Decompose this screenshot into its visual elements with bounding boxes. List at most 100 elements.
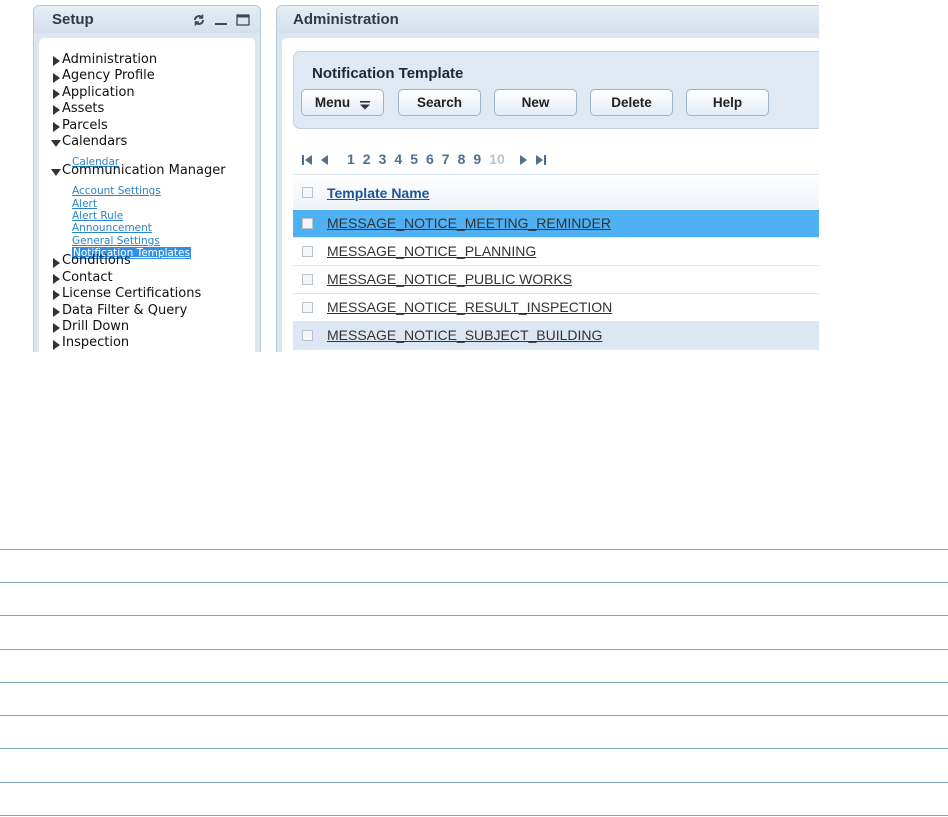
tree-item-contact[interactable]: Contact	[51, 270, 226, 286]
tree-item-application[interactable]: Application	[51, 85, 226, 101]
page-link[interactable]: 1	[347, 151, 355, 167]
tree-item-label: Data Filter & Query	[62, 302, 188, 318]
rule-line	[0, 715, 948, 716]
tree-item-license-certifications[interactable]: License Certifications	[51, 286, 226, 302]
rule-line	[0, 748, 948, 749]
previous-page-icon[interactable]	[319, 153, 331, 165]
collapsed-triangle-icon[interactable]	[51, 55, 61, 67]
template-name-link[interactable]: MESSAGE_NOTICE_MEETING_REMINDER	[327, 215, 611, 231]
maximize-icon[interactable]	[236, 13, 250, 27]
rule-line	[0, 549, 948, 550]
setup-tree: Administration Agency Profile Application A…	[51, 52, 226, 352]
grid-header: Template Name	[293, 174, 819, 210]
tree-item-label: Contact	[62, 269, 113, 285]
rule-line	[0, 682, 948, 683]
table-row[interactable]: MESSAGE_NOTICE_PUBLIC WORKS	[293, 266, 819, 294]
tree-item-drill-down[interactable]: Drill Down	[51, 319, 226, 335]
tree-item-label: Calendars	[62, 133, 128, 149]
collapsed-triangle-icon[interactable]	[51, 104, 61, 116]
tree-item-agency-profile[interactable]: Agency Profile	[51, 68, 226, 84]
collapsed-triangle-icon[interactable]	[51, 88, 61, 99]
rule-line	[0, 815, 948, 816]
menu-button[interactable]: Menu	[301, 89, 384, 116]
table-row[interactable]: MESSAGE_NOTICE_PLANNING	[293, 238, 819, 266]
select-all-checkbox[interactable]	[302, 187, 313, 198]
page-link[interactable]: 4	[394, 151, 402, 167]
tree-item-label: License Certifications	[62, 286, 202, 302]
collapsed-triangle-icon[interactable]	[51, 289, 61, 301]
collapsed-triangle-icon[interactable]	[51, 257, 61, 268]
page-link: 10	[489, 151, 505, 167]
table-row[interactable]: MESSAGE_NOTICE_RESULT_INSPECTION	[293, 294, 819, 322]
table-row[interactable]: MESSAGE_NOTICE_MEETING_REMINDER	[293, 210, 819, 238]
collapsed-triangle-icon[interactable]	[51, 273, 61, 285]
tree-item-data-filter-query[interactable]: Data Filter & Query	[51, 303, 226, 319]
template-name-column-header[interactable]: Template Name	[327, 185, 429, 201]
new-button[interactable]: New	[494, 89, 577, 116]
tree-item-administration[interactable]: Administration	[51, 52, 226, 68]
first-page-icon[interactable]	[301, 153, 313, 165]
row-checkbox[interactable]	[302, 302, 313, 313]
collapsed-triangle-icon[interactable]	[51, 121, 61, 132]
rule-line	[0, 582, 948, 583]
dropdown-caret-icon	[360, 98, 371, 109]
help-button-label: Help	[712, 95, 743, 110]
search-button-label: Search	[416, 95, 463, 110]
tree-item-communication-manager[interactable]: Communication Manager	[51, 163, 226, 179]
collapsed-triangle-icon[interactable]	[51, 322, 61, 334]
setup-panel-header: Setup	[34, 6, 260, 33]
collapsed-triangle-icon[interactable]	[51, 72, 61, 83]
expanded-triangle-icon[interactable]	[51, 166, 61, 176]
tree-item-label: Administration	[62, 52, 158, 67]
tree-item-parcels[interactable]: Parcels	[51, 118, 226, 134]
administration-title: Administration	[293, 11, 399, 28]
template-name-link[interactable]: MESSAGE_NOTICE_PLANNING	[327, 243, 536, 259]
tree-item-inspection[interactable]: Inspection	[51, 335, 226, 351]
tree-item-label: Inspection	[62, 335, 130, 351]
row-checkbox[interactable]	[302, 246, 313, 257]
tree-item-label: Conditions	[62, 253, 131, 269]
template-grid: Template Name MESSAGE_NOTICE_MEETING_REM…	[293, 174, 819, 350]
help-button[interactable]: Help	[686, 89, 769, 116]
page-link[interactable]: 6	[426, 151, 434, 167]
collapsed-triangle-icon[interactable]	[51, 306, 61, 317]
template-name-link[interactable]: MESSAGE_NOTICE_RESULT_INSPECTION	[327, 299, 612, 315]
setup-panel-title: Setup	[52, 11, 94, 28]
row-checkbox[interactable]	[302, 330, 313, 341]
page-link[interactable]: 3	[379, 151, 387, 167]
delete-button[interactable]: Delete	[590, 89, 673, 116]
tree-item-label: Agency Profile	[62, 68, 155, 84]
tree-item-label: Application	[62, 84, 135, 100]
setup-tree-container: Administration Agency Profile Application A…	[39, 38, 255, 353]
minimize-icon[interactable]	[214, 13, 228, 27]
refresh-icon[interactable]	[192, 13, 206, 27]
page-link[interactable]: 7	[442, 151, 450, 167]
tree-item-label: Drill Down	[62, 319, 130, 335]
table-row[interactable]: MESSAGE_NOTICE_SUBJECT_BUILDING	[293, 322, 819, 350]
page-link[interactable]: 9	[473, 151, 481, 167]
page-link[interactable]: 5	[410, 151, 418, 167]
administration-panel: Administration Notification Template Men…	[276, 5, 819, 352]
search-button[interactable]: Search	[398, 89, 481, 116]
collapsed-triangle-icon[interactable]	[51, 339, 61, 350]
tree-item-assets[interactable]: Assets	[51, 101, 226, 117]
menu-button-label: Menu	[314, 95, 351, 110]
expanded-triangle-icon[interactable]	[51, 137, 61, 148]
last-page-icon[interactable]	[535, 153, 547, 165]
next-page-icon[interactable]	[517, 153, 529, 165]
new-button-label: New	[521, 95, 550, 110]
tree-item-label: Parcels	[62, 117, 108, 133]
tree-item-calendars[interactable]: Calendars	[51, 134, 226, 150]
rule-line	[0, 649, 948, 650]
pagination: 1 2 3 4 5 6 7 8 9 10	[301, 151, 547, 167]
notification-template-toolbar: Notification Template Menu Search New De…	[293, 51, 819, 129]
setup-panel: Setup Administration Agency Profile Applic…	[33, 5, 261, 353]
row-checkbox[interactable]	[302, 218, 313, 229]
page-link[interactable]: 2	[363, 151, 371, 167]
row-checkbox[interactable]	[302, 274, 313, 285]
template-name-link[interactable]: MESSAGE_NOTICE_SUBJECT_BUILDING	[327, 327, 602, 343]
rule-line	[0, 782, 948, 783]
template-name-link[interactable]: MESSAGE_NOTICE_PUBLIC WORKS	[327, 271, 572, 287]
administration-body: Notification Template Menu Search New De…	[282, 38, 819, 352]
page-link[interactable]: 8	[458, 151, 466, 167]
